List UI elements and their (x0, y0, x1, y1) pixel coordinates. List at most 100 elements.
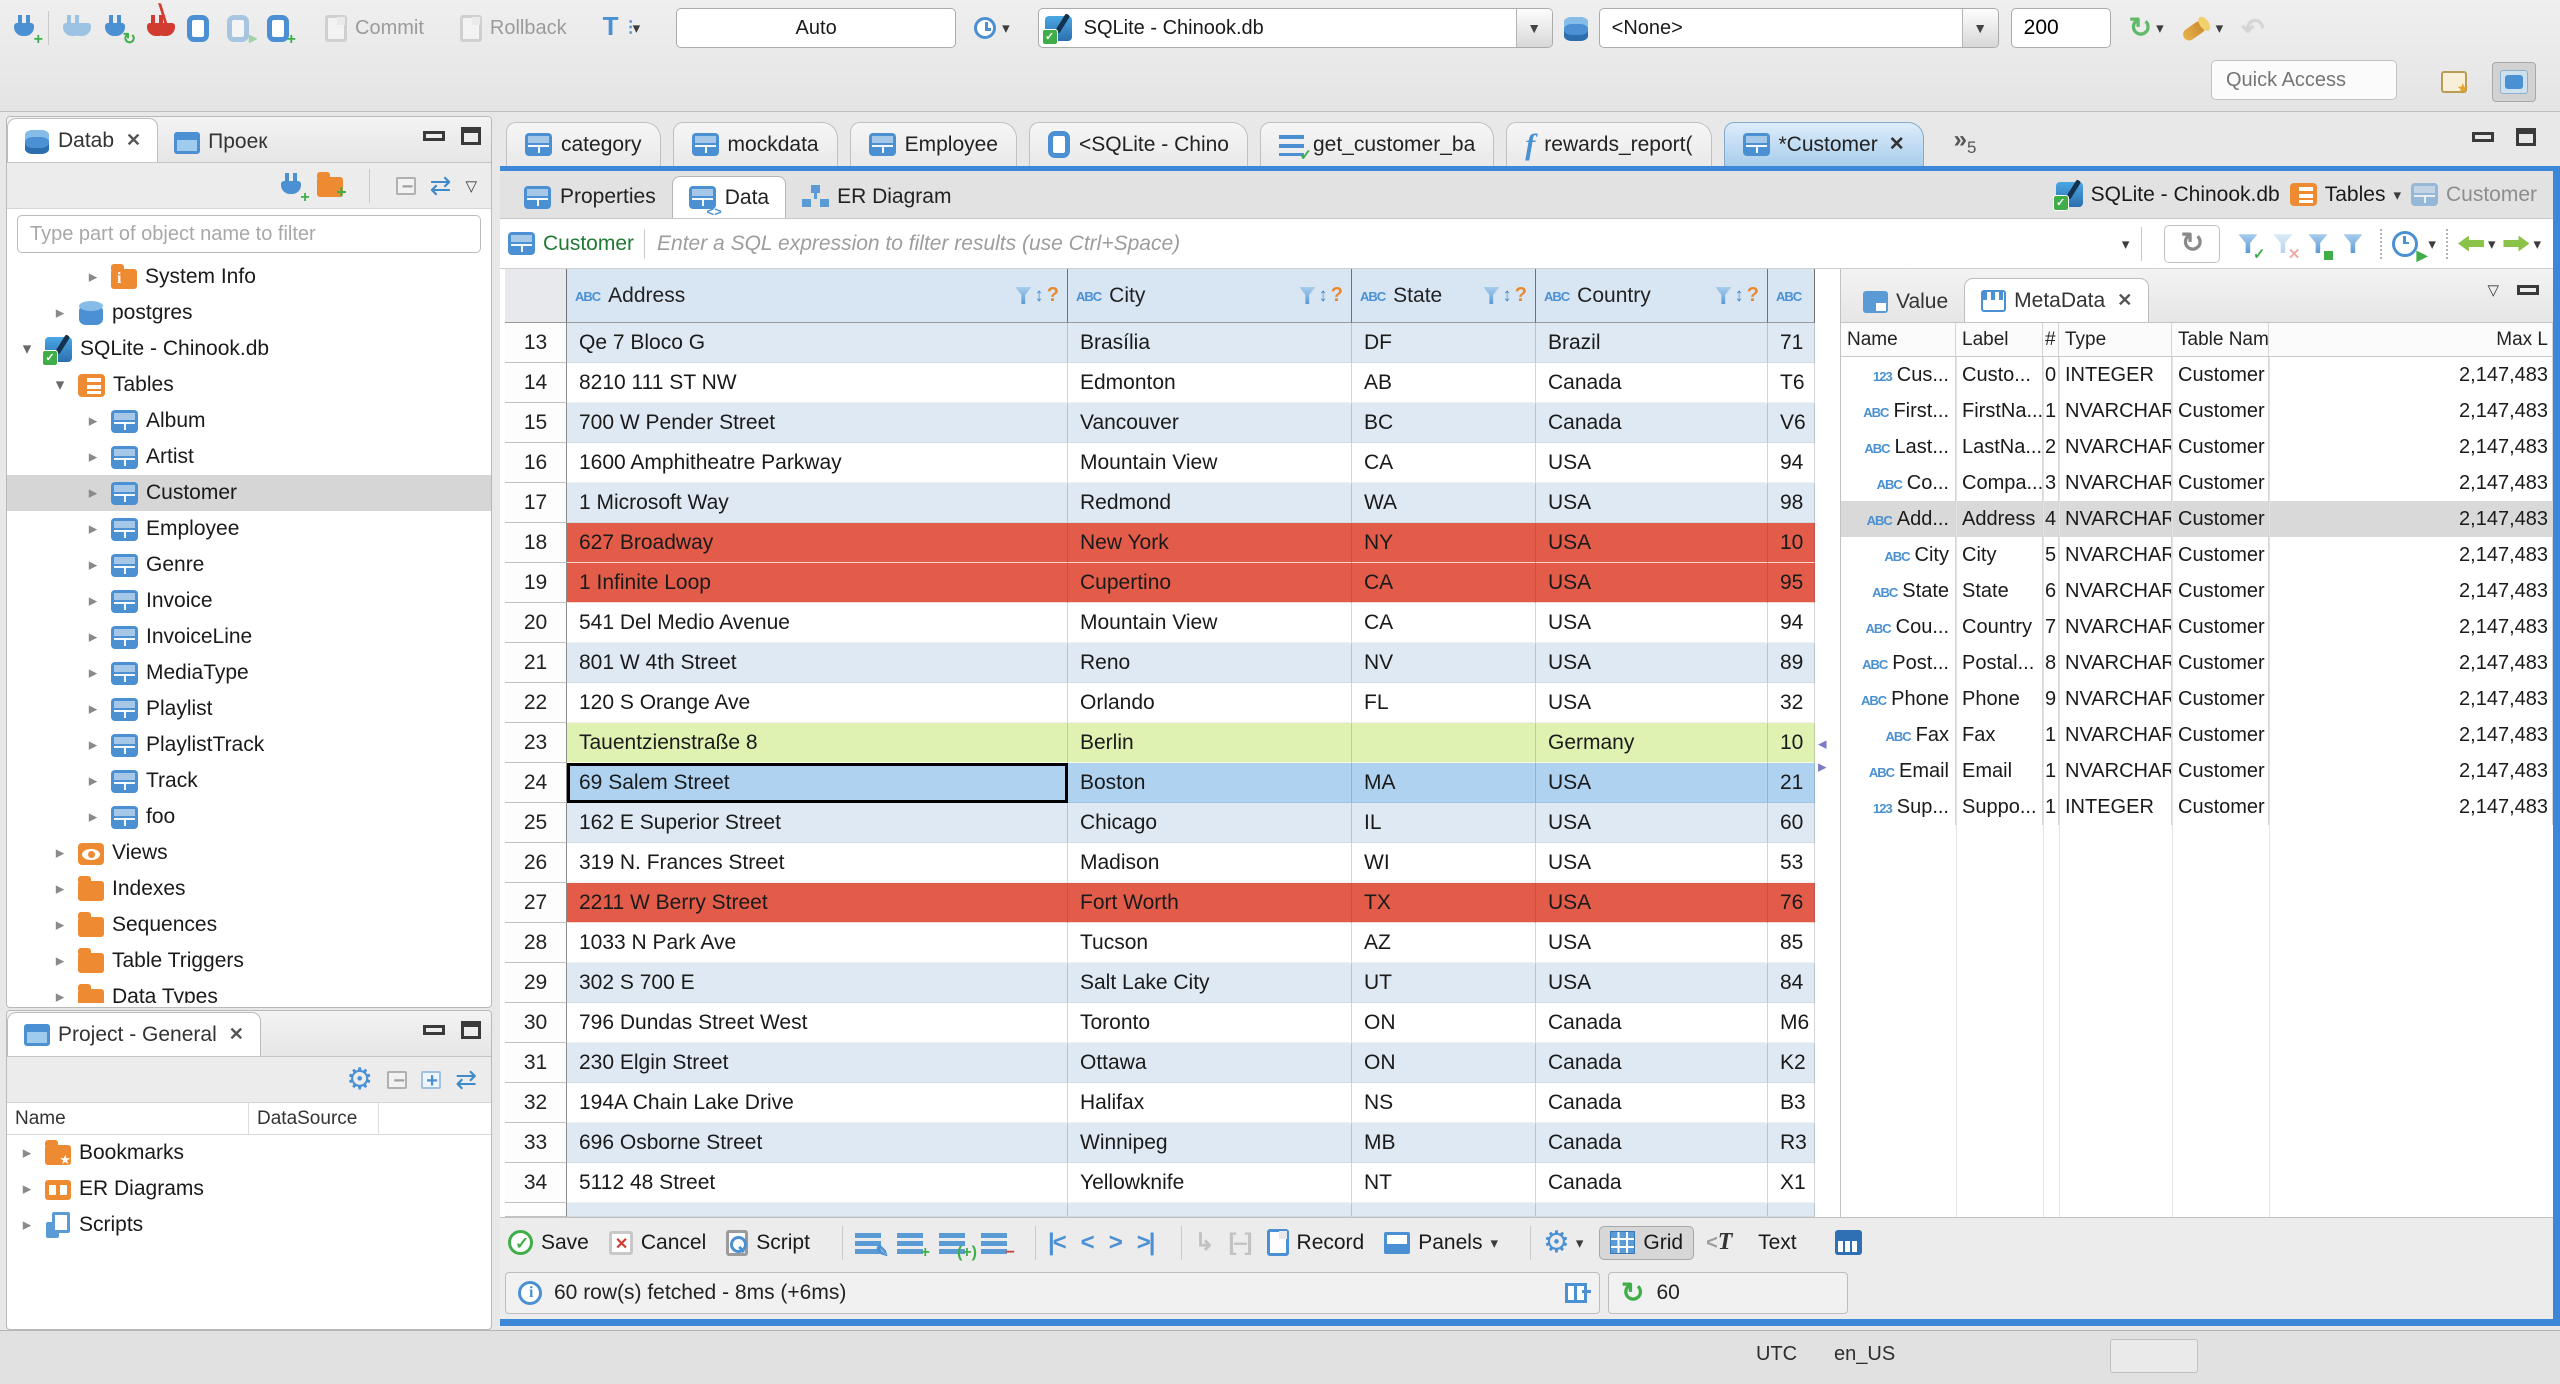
cell-country[interactable]: Canada (1536, 363, 1768, 403)
cell-country[interactable]: USA (1536, 763, 1768, 803)
meta-cell-table[interactable]: Customer (2172, 717, 2269, 753)
project-item-er-diagrams[interactable]: ▸ ER Diagrams (7, 1171, 491, 1207)
maximize-icon[interactable] (461, 127, 481, 145)
cell-city[interactable]: Mountain View (1068, 443, 1352, 483)
meta-cell-maxlength[interactable]: 2,147,483 (2269, 753, 2553, 789)
meta-cell-ordinal[interactable]: 1 (2043, 753, 2059, 789)
meta-column-header-max-l[interactable]: Max L (2269, 323, 2553, 356)
cell-extra[interactable]: X1 (1768, 1163, 1815, 1203)
script-button[interactable]: Script (726, 1229, 810, 1256)
new-connection-button[interactable]: + (12, 14, 43, 48)
cell-extra[interactable]: 10 (1768, 723, 1815, 763)
collapse-all-icon[interactable] (387, 1070, 408, 1093)
column-sort-icon[interactable]: ↕ (1502, 285, 1512, 307)
remove-filter-button[interactable]: ✕ (2273, 232, 2300, 262)
cell-country[interactable]: USA (1536, 923, 1768, 963)
cell-country[interactable]: USA (1536, 443, 1768, 483)
meta-cell-maxlength[interactable]: 2,147,483 (2269, 393, 2553, 429)
duplicate-row-button[interactable]: (+) (938, 1231, 977, 1260)
cell-address[interactable]: 162 E Superior Street (567, 803, 1068, 843)
metadata-row[interactable]: CityCity5NVARCHARCustomer2,147,483 (1841, 537, 2553, 573)
tree-expand-arrow-icon[interactable]: ▸ (83, 267, 103, 287)
meta-cell-name[interactable]: Cou... (1841, 609, 1956, 645)
tree-item-playlisttrack[interactable]: ▸ PlaylistTrack (7, 727, 491, 763)
cell-city[interactable]: Berlin (1068, 723, 1352, 763)
meta-cell-maxlength[interactable]: 2,147,483 (2269, 717, 2553, 753)
column-pin-icon[interactable] (1565, 1283, 1591, 1303)
cell-clipped[interactable] (1768, 1203, 1815, 1217)
cell-state[interactable]: NV (1352, 643, 1536, 683)
close-icon[interactable]: ✕ (2117, 290, 2132, 311)
filter-history-dropdown[interactable]: ▾ (2122, 235, 2130, 253)
cell-address[interactable]: 627 Broadway (567, 523, 1068, 563)
meta-cell-table[interactable]: Customer (2172, 681, 2269, 717)
column-sort-icon[interactable]: ↕ (1034, 285, 1044, 307)
tree-expand-arrow-icon[interactable]: ▸ (83, 555, 103, 575)
column-filter-icon[interactable] (1483, 287, 1500, 304)
meta-cell-name[interactable]: Sup... (1841, 789, 1956, 825)
metadata-row[interactable]: Last... LastNa...2NVARCHARCustomer2,147,4… (1841, 429, 2553, 465)
cell-state[interactable]: AZ (1352, 923, 1536, 963)
metadata-row[interactable]: Cou... Country7NVARCHARCustomer2,147,483 (1841, 609, 2553, 645)
meta-cell-ordinal[interactable]: 6 (2043, 573, 2059, 609)
cell-address[interactable]: 1600 Amphitheatre Parkway (567, 443, 1068, 483)
last-row-button[interactable]: >| (1137, 1229, 1156, 1257)
cell-state[interactable]: TX (1352, 883, 1536, 923)
tab-properties[interactable]: Properties (508, 176, 672, 218)
cell-country[interactable]: USA (1536, 883, 1768, 923)
panels-dropdown[interactable]: ▾ (1490, 1234, 1498, 1252)
row-number-cell[interactable]: 20 (505, 603, 567, 643)
metadata-row[interactable]: Sup... Suppo...1INTEGERCustomer2,147,483 (1841, 789, 2553, 825)
tree-expand-arrow-icon[interactable]: ▸ (17, 1179, 37, 1199)
cell-country[interactable]: Canada (1536, 1043, 1768, 1083)
tree-expand-arrow-icon[interactable]: ▸ (83, 447, 103, 467)
tree-collapse-arrow-icon[interactable]: ▾ (50, 375, 70, 395)
timer-dropdown[interactable]: ▾ (2428, 235, 2436, 253)
meta-cell-type[interactable]: NVARCHAR (2059, 573, 2172, 609)
back-navigation-icon[interactable] (2241, 12, 2264, 45)
cell-address[interactable]: 230 Elgin Street (567, 1043, 1068, 1083)
add-row-button[interactable]: + (896, 1231, 930, 1260)
breadcrumb-database[interactable]: SQLite - Chinook.db (2052, 182, 2280, 211)
meta-cell-label[interactable]: Suppo... (1956, 789, 2043, 825)
meta-cell-name[interactable]: Email (1841, 753, 1956, 789)
meta-cell-name[interactable]: Fax (1841, 717, 1956, 753)
link-with-editor-icon[interactable] (430, 172, 452, 200)
meta-cell-maxlength[interactable]: 2,147,483 (2269, 537, 2553, 573)
cell-address[interactable]: 5112 48 Street (567, 1163, 1068, 1203)
meta-cell-maxlength[interactable]: 2,147,483 (2269, 357, 2553, 393)
tree-item-sequences[interactable]: ▸ Sequences (7, 907, 491, 943)
metadata-row[interactable]: EmailEmail1NVARCHARCustomer2,147,483 (1841, 753, 2553, 789)
cell-state[interactable]: CA (1352, 603, 1536, 643)
metadata-row[interactable]: PhonePhone9NVARCHARCustomer2,147,483 (1841, 681, 2553, 717)
cell-extra[interactable]: R3 (1768, 1123, 1815, 1163)
cell-country[interactable]: Canada (1536, 1123, 1768, 1163)
locale-indicator[interactable]: en_US (1834, 1343, 1895, 1366)
tab-er-diagram[interactable]: ER Diagram (786, 176, 967, 218)
auto-refresh-dropdown[interactable]: ▾ (2156, 19, 2164, 37)
meta-cell-maxlength[interactable]: 2,147,483 (2269, 573, 2553, 609)
database-select-combo[interactable]: SQLite - Chinook.db ▼ (1037, 8, 1553, 48)
column-filter-icon[interactable] (1299, 287, 1316, 304)
meta-column-header-label[interactable]: Label (1956, 323, 2043, 356)
meta-column-header-[interactable]: # (2043, 323, 2059, 356)
chevron-down-icon[interactable]: ▾ (2393, 186, 2401, 204)
meta-cell-name[interactable]: First... (1841, 393, 1956, 429)
meta-cell-table[interactable]: Customer (2172, 537, 2269, 573)
torch-dropdown[interactable]: ▾ (2216, 19, 2224, 37)
tree-item-customer[interactable]: ▸ Customer (7, 475, 491, 511)
cell-country[interactable]: Canada (1536, 1163, 1768, 1203)
meta-cell-table[interactable]: Customer (2172, 645, 2269, 681)
column-header-address[interactable]: Address ↕? (567, 269, 1068, 323)
cell-state[interactable]: NT (1352, 1163, 1536, 1203)
cell-city[interactable]: Ottawa (1068, 1043, 1352, 1083)
meta-cell-table[interactable]: Customer (2172, 609, 2269, 645)
tree-item-employee[interactable]: ▸ Employee (7, 511, 491, 547)
new-connection-toolbar-button[interactable]: + (279, 172, 310, 205)
meta-cell-ordinal[interactable]: 4 (2043, 501, 2059, 537)
zoom-cell-button[interactable]: [⎯] (1229, 1229, 1253, 1257)
row-number-cell[interactable]: 22 (505, 683, 567, 723)
cell-state[interactable] (1352, 723, 1536, 763)
meta-cell-maxlength[interactable]: 2,147,483 (2269, 429, 2553, 465)
collapse-right-icon[interactable]: ▸ (1818, 758, 1827, 775)
